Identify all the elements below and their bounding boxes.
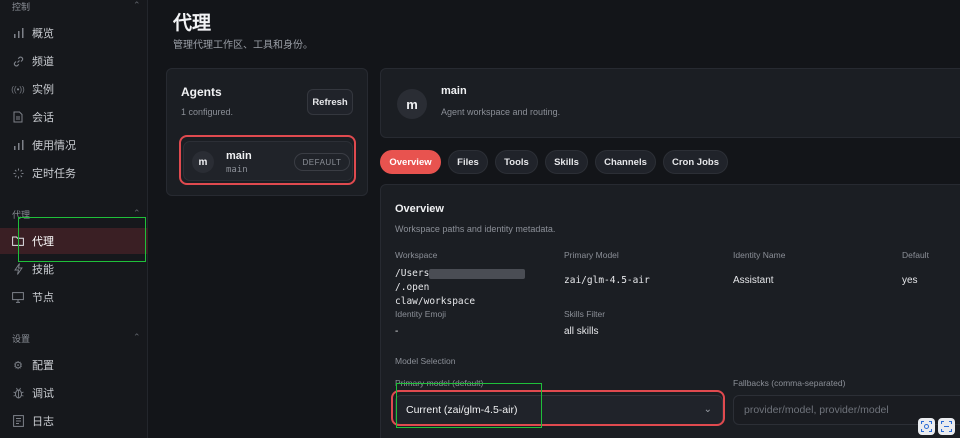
default-label: Default [902, 250, 929, 260]
broadcast-icon: ((•)) [11, 84, 25, 94]
sidebar-item-channels[interactable]: 频道 [0, 48, 148, 74]
sidebar-item-debug[interactable]: 调试 [0, 380, 148, 406]
identity-emoji-label: Identity Emoji [395, 309, 447, 319]
identity-emoji-value: - [395, 326, 399, 337]
sidebar-item-label: 调试 [32, 388, 54, 400]
sidebar-item-label: 实例 [32, 84, 54, 96]
scan-icon[interactable] [918, 418, 935, 435]
monitor-icon [12, 291, 24, 303]
sidebar-item-nodes[interactable]: 节点 [0, 284, 148, 310]
lightning-icon [12, 263, 24, 275]
fallbacks-label: Fallbacks (comma-separated) [733, 378, 846, 388]
sidebar-item-logs[interactable]: 日志 [0, 408, 148, 434]
agent-header-name: main [441, 85, 467, 97]
default-value: yes [902, 275, 918, 286]
sidebar-item-label: 配置 [32, 360, 54, 372]
page-subtitle: 管理代理工作区、工具和身份。 [173, 40, 313, 51]
avatar: m [397, 89, 427, 119]
gear-icon: ⚙ [13, 359, 23, 372]
workspace-label: Workspace [395, 250, 438, 260]
agents-title: Agents [181, 85, 222, 99]
log-icon [12, 415, 24, 427]
sidebar-item-label: 会话 [32, 112, 54, 124]
primary-model-value: zai/glm-4.5-air [564, 275, 650, 286]
link-icon [12, 55, 24, 67]
overview-title: Overview [395, 203, 444, 215]
section-label-settings: 设置 [12, 334, 31, 344]
sidebar-item-config[interactable]: ⚙ 配置 [0, 352, 148, 378]
chevron-up-icon[interactable]: ⌃ [133, 0, 141, 11]
bar-chart-icon [12, 139, 24, 151]
bug-icon [12, 387, 24, 399]
tab-tools[interactable]: Tools [495, 150, 538, 174]
tab-channels[interactable]: Channels [595, 150, 656, 174]
skills-filter-label: Skills Filter [564, 309, 606, 319]
sidebar-item-instances[interactable]: ((•)) 实例 [0, 76, 148, 102]
highlight-box-green [396, 383, 542, 428]
document-icon [12, 111, 24, 123]
highlight-box-red [179, 135, 356, 185]
sidebar-item-label: 节点 [32, 292, 54, 304]
tab-files[interactable]: Files [448, 150, 488, 174]
workspace-value: /Users/.open claw/workspace [395, 267, 555, 309]
primary-model-label: Primary Model [564, 250, 619, 260]
loader-icon [12, 167, 24, 179]
refresh-button[interactable]: Refresh [307, 89, 353, 115]
highlight-box-green [18, 217, 146, 262]
agent-header-card: m main Agent workspace and routing. [380, 68, 960, 138]
skills-filter-value: all skills [564, 326, 599, 337]
sidebar-item-sessions[interactable]: 会话 [0, 104, 148, 130]
chevron-up-icon[interactable]: ⌃ [133, 332, 141, 343]
tab-overview[interactable]: Overview [380, 150, 441, 174]
identity-name-label: Identity Name [733, 250, 786, 260]
overview-subtitle: Workspace paths and identity metadata. [395, 224, 556, 234]
sidebar-item-label: 频道 [32, 56, 54, 68]
sidebar-item-label: 日志 [32, 416, 54, 428]
sidebar-item-label: 定时任务 [32, 168, 76, 180]
sidebar-item-label: 概览 [32, 28, 54, 40]
redacted-text [429, 268, 526, 279]
tab-skills[interactable]: Skills [545, 150, 588, 174]
sidebar-item-cron[interactable]: 定时任务 [0, 160, 148, 186]
agents-count: 1 configured. [181, 107, 234, 117]
section-label-control: 控制 [12, 2, 31, 12]
sidebar-item-overview[interactable]: 概览 [0, 20, 148, 46]
page-title: 代理 [173, 13, 212, 34]
sidebar-item-usage[interactable]: 使用情况 [0, 132, 148, 158]
agent-header-description: Agent workspace and routing. [441, 107, 561, 117]
model-selection-label: Model Selection [395, 356, 456, 366]
screenshot-icon[interactable] [938, 418, 955, 435]
sidebar-item-label: 使用情况 [32, 140, 76, 152]
sidebar-item-label: 技能 [32, 264, 54, 276]
bar-chart-icon [12, 27, 24, 39]
identity-name-value: Assistant [733, 275, 774, 286]
tab-cron-jobs[interactable]: Cron Jobs [663, 150, 728, 174]
